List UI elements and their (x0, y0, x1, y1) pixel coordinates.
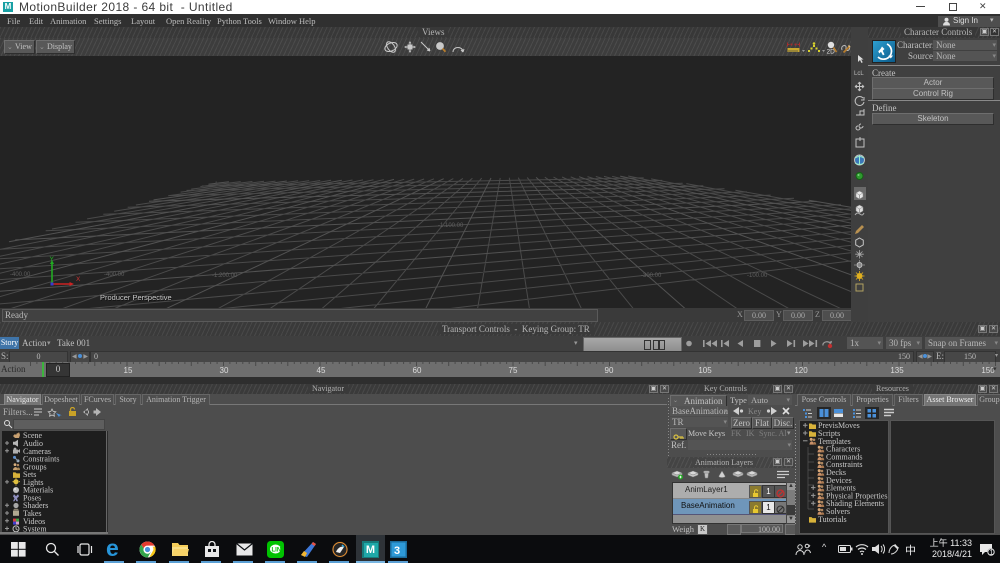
svg-text:LcL: LcL (854, 71, 864, 77)
svg-text:120: 120 (794, 366, 808, 375)
svg-text:135: 135 (890, 366, 904, 375)
svg-text:Y: Y (50, 256, 55, 263)
svg-text:Key: Key (748, 407, 761, 416)
svg-text:1: 1 (990, 550, 994, 557)
svg-text:45: 45 (317, 366, 326, 375)
svg-text:Tutorials: Tutorials (818, 515, 847, 524)
svg-text:15: 15 (124, 366, 133, 375)
svg-text:X: X (76, 276, 81, 283)
svg-text:System: System (23, 525, 47, 532)
svg-text:105: 105 (698, 366, 712, 375)
svg-text:75: 75 (509, 366, 518, 375)
svg-text:LINE: LINE (272, 548, 285, 554)
svg-text:60: 60 (413, 366, 422, 375)
svg-text:30: 30 (220, 366, 229, 375)
svg-text:3: 3 (394, 545, 400, 557)
svg-text:90: 90 (605, 366, 614, 375)
